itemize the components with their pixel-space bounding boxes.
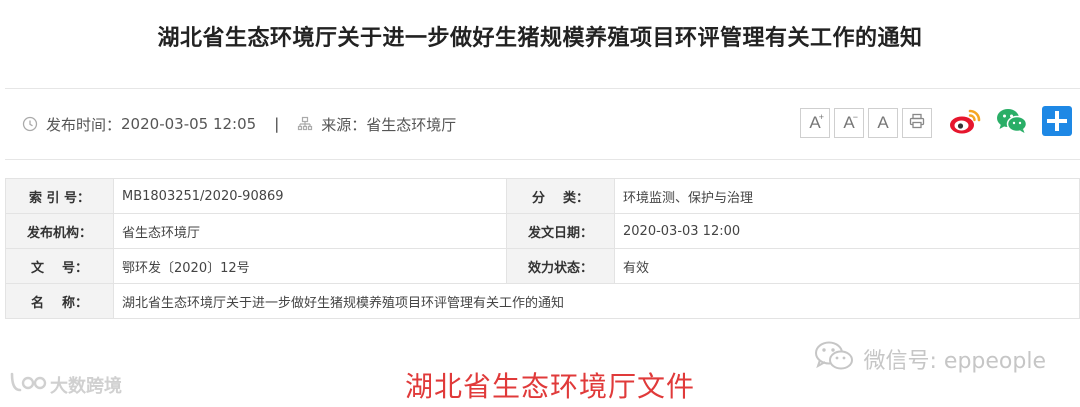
issuing-agency-value: 省生态环境厅 <box>113 213 507 249</box>
article-meta-bar: 发布时间： 2020-03-05 12:05 | 来源： 省生态环境厅 A + A… <box>5 88 1080 160</box>
font-default-glyph: A <box>877 113 889 132</box>
weibo-icon <box>948 107 982 139</box>
table-row: 发布机构： 省生态环境厅 发文日期： 2020-03-03 12:00 <box>5 213 1080 249</box>
table-row: 名 称： 湖北省生态环境厅关于进一步做好生猪规模养殖项目环评管理有关工作的通知 <box>5 283 1080 319</box>
index-number-value: MB1803251/2020-90869 <box>113 178 507 214</box>
meta-separator: | <box>274 115 280 133</box>
table-row: 文 号： 鄂环发〔2020〕12号 效力状态： 有效 <box>5 248 1080 284</box>
wechat-icon <box>996 107 1028 139</box>
article-toolbar: A + A − A <box>800 106 1072 140</box>
font-increase-button[interactable]: A + <box>800 108 830 138</box>
more-share-button[interactable] <box>1042 106 1072 140</box>
validity-status-value: 有效 <box>614 248 1080 284</box>
document-info-table: 索 引 号： MB1803251/2020-90869 分 类： 环境监测、保护… <box>5 178 1080 319</box>
table-row: 索 引 号： MB1803251/2020-90869 分 类： 环境监测、保护… <box>5 178 1080 214</box>
document-number-value: 鄂环发〔2020〕12号 <box>113 248 507 284</box>
share-plus-icon <box>1042 106 1072 140</box>
issue-date-value: 2020-03-03 12:00 <box>614 213 1080 249</box>
print-icon <box>908 112 926 135</box>
font-default-button[interactable]: A <box>868 108 898 138</box>
document-heading: 湖北省生态环境厅文件 <box>404 370 695 403</box>
source-org-icon <box>297 116 313 132</box>
issue-date-label: 发文日期： <box>506 213 615 249</box>
category-label: 分 类： <box>506 178 615 214</box>
document-name-value: 湖北省生态环境厅关于进一步做好生猪规模养殖项目环评管理有关工作的通知 <box>113 283 1080 319</box>
issuing-agency-label: 发布机构： <box>5 213 114 249</box>
plus-mark: + <box>818 112 824 122</box>
print-button[interactable] <box>902 108 932 138</box>
document-number-label: 文 号： <box>5 248 114 284</box>
weibo-share-button[interactable] <box>948 107 982 139</box>
validity-status-label: 效力状态： <box>506 248 615 284</box>
category-value: 环境监测、保护与治理 <box>614 178 1080 214</box>
clock-icon <box>22 116 38 132</box>
wechat-share-button[interactable] <box>996 107 1028 139</box>
source-value: 省生态环境厅 <box>366 115 457 134</box>
publish-time-value: 2020-03-05 12:05 <box>121 115 257 133</box>
article-meta: 发布时间： 2020-03-05 12:05 | 来源： 省生态环境厅 <box>5 114 456 135</box>
font-decrease-button[interactable]: A − <box>834 108 864 138</box>
index-number-label: 索 引 号： <box>5 178 114 214</box>
minus-mark: − <box>852 112 858 122</box>
source-label: 来源： <box>321 115 367 134</box>
page-title: 湖北省生态环境厅关于进一步做好生猪规模养殖项目环评管理有关工作的通知 <box>157 26 923 51</box>
document-name-label: 名 称： <box>5 283 114 319</box>
publish-time-label: 发布时间： <box>46 115 122 134</box>
